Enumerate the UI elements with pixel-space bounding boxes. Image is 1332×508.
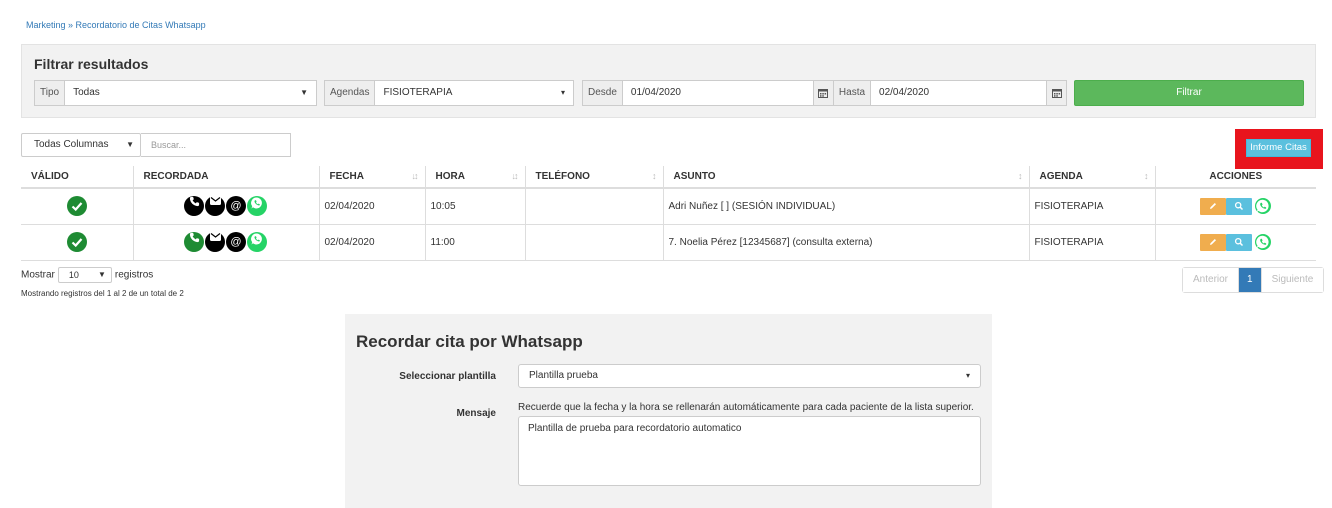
col-agenda-label: AGENDA <box>1039 171 1083 182</box>
col-asunto[interactable]: ASUNTO ↕ <box>662 166 1029 189</box>
informe-citas-button[interactable]: Informe Citas <box>1246 139 1311 157</box>
whatsapp-send-icon[interactable] <box>1255 198 1272 215</box>
cell-fecha: 02/04/2020 <box>318 224 425 261</box>
cell-hora: 10:05 <box>424 188 525 225</box>
sort-icon: ↕ <box>1144 171 1148 181</box>
table-row: @ 02/04/2020 11:00 7. Noelia Pérez [1234… <box>21 224 1316 261</box>
envelope-icon[interactable] <box>205 232 225 252</box>
at-icon[interactable]: @ <box>226 232 246 252</box>
page-length-value: 10 <box>68 270 79 280</box>
col-telefono[interactable]: TELÉFONO ↕ <box>524 166 663 189</box>
agendas-select[interactable]: Agendas FISIOTERAPIA ▾ <box>324 80 574 106</box>
columns-select[interactable]: Todas Columnas ▼ <box>21 133 141 157</box>
calendar-icon[interactable] <box>1046 81 1066 105</box>
whatsapp-reminder-panel: Recordar cita por Whatsapp Seleccionar p… <box>345 314 992 508</box>
sort-icon: ↓↕ <box>411 171 419 181</box>
view-button[interactable] <box>1226 197 1253 215</box>
col-fecha-label: FECHA <box>329 171 364 182</box>
message-label: Mensaje <box>456 408 496 419</box>
message-hint: Recuerde que la fecha y la hora se relle… <box>518 402 974 413</box>
caret-down-icon: ▼ <box>97 270 106 279</box>
view-button[interactable] <box>1226 233 1253 251</box>
whatsapp-icon[interactable] <box>247 196 267 217</box>
prev-page-button[interactable]: Anterior <box>1183 268 1239 292</box>
appointments-table: VÁLIDO RECORDADA FECHA ↓↕ HORA ↓↕ TELÉFONO… <box>21 166 1316 261</box>
col-asunto-label: ASUNTO <box>673 171 716 182</box>
col-acciones: ACCIONES <box>1154 166 1316 189</box>
sort-icon: ↕ <box>1018 171 1022 181</box>
filter-title: Filtrar resultados <box>34 56 149 72</box>
calendar-icon[interactable] <box>812 81 833 105</box>
hasta-input[interactable]: 02/04/2020 <box>871 81 1046 105</box>
agendas-label: Agendas <box>325 81 376 105</box>
template-label: Seleccionar plantilla <box>399 371 496 382</box>
filter-panel: Filtrar resultados Tipo Todas ▼ Agendas F… <box>21 44 1316 118</box>
search-input[interactable]: Buscar... <box>141 133 291 157</box>
table-row: @ 02/04/2020 10:05 Adri Nuñez [ ] (SESIÓ… <box>21 188 1316 225</box>
sort-icon: ↓↕ <box>511 171 519 181</box>
columns-select-value: Todas Columnas <box>34 139 109 150</box>
edit-button[interactable] <box>1200 233 1227 251</box>
desde-label: Desde <box>583 81 623 105</box>
check-icon <box>66 232 87 252</box>
page-1-button[interactable]: 1 <box>1238 268 1261 292</box>
caret-down-icon: ▼ <box>126 140 134 149</box>
agendas-value: FISIOTERAPIA <box>383 87 453 98</box>
col-recordada: RECORDADA <box>132 166 319 189</box>
template-select[interactable]: Plantilla prueba ▾ <box>518 364 981 388</box>
page-length-select[interactable]: 10 ▼ <box>57 267 112 283</box>
edit-button[interactable] <box>1200 197 1227 215</box>
cell-telefono <box>524 224 663 261</box>
phone-icon[interactable] <box>184 196 204 217</box>
breadcrumb[interactable]: Marketing » Recordatorio de Citas Whatsa… <box>26 20 206 30</box>
whatsapp-panel-title: Recordar cita por Whatsapp <box>356 332 583 351</box>
page-length: Mostrar 10 ▼ registros <box>21 267 153 283</box>
col-valido: VÁLIDO <box>21 166 133 189</box>
sort-icon: ↕ <box>652 171 656 181</box>
col-hora-label: HORA <box>435 171 465 182</box>
phone-icon[interactable] <box>184 232 204 252</box>
message-textarea[interactable]: Plantilla de prueba para recordatorio au… <box>518 416 981 486</box>
caret-down-icon: ▾ <box>965 371 970 380</box>
caret-down-icon: ▼ <box>300 88 308 97</box>
template-select-value: Plantilla prueba <box>529 370 598 381</box>
col-hora[interactable]: HORA ↓↕ <box>424 166 525 189</box>
pencil-icon <box>1210 238 1217 245</box>
desde-input[interactable]: 01/04/2020 <box>623 81 813 105</box>
cell-agenda: FISIOTERAPIA <box>1028 224 1155 261</box>
date-range: Desde 01/04/2020 Hasta 02/04/2020 <box>582 80 1067 106</box>
cell-telefono <box>524 188 663 225</box>
mostrar-label: Mostrar <box>21 269 55 281</box>
filtrar-button[interactable]: Filtrar <box>1074 80 1304 106</box>
cell-agenda: FISIOTERAPIA <box>1028 188 1155 225</box>
tipo-label: Tipo <box>35 81 66 105</box>
hasta-label: Hasta <box>832 81 872 105</box>
tipo-value: Todas <box>73 87 100 98</box>
search-icon <box>1235 237 1244 246</box>
pagination: Anterior 1 Siguiente <box>1182 267 1325 293</box>
next-page-button[interactable]: Siguiente <box>1260 268 1324 292</box>
col-fecha[interactable]: FECHA ↓↕ <box>318 166 425 189</box>
envelope-icon[interactable] <box>205 196 225 217</box>
cell-asunto: 7. Noelia Pérez [12345687] (consulta ext… <box>662 224 1029 261</box>
records-info: Mostrando registros del 1 al 2 de un tot… <box>21 289 184 298</box>
registros-label: registros <box>114 269 154 281</box>
caret-down-icon: ▾ <box>560 88 565 97</box>
check-icon <box>66 196 87 217</box>
cell-hora: 11:00 <box>424 224 525 261</box>
whatsapp-icon[interactable] <box>247 232 267 252</box>
cell-fecha: 02/04/2020 <box>318 188 425 225</box>
cell-asunto: Adri Nuñez [ ] (SESIÓN INDIVIDUAL) <box>662 188 1029 225</box>
pencil-icon <box>1210 202 1217 209</box>
col-agenda[interactable]: AGENDA ↕ <box>1028 166 1155 189</box>
at-icon[interactable]: @ <box>226 196 246 217</box>
col-telefono-label: TELÉFONO <box>535 171 590 182</box>
tipo-select[interactable]: Tipo Todas ▼ <box>34 80 317 106</box>
search-icon <box>1235 201 1244 210</box>
whatsapp-send-icon[interactable] <box>1255 234 1272 250</box>
